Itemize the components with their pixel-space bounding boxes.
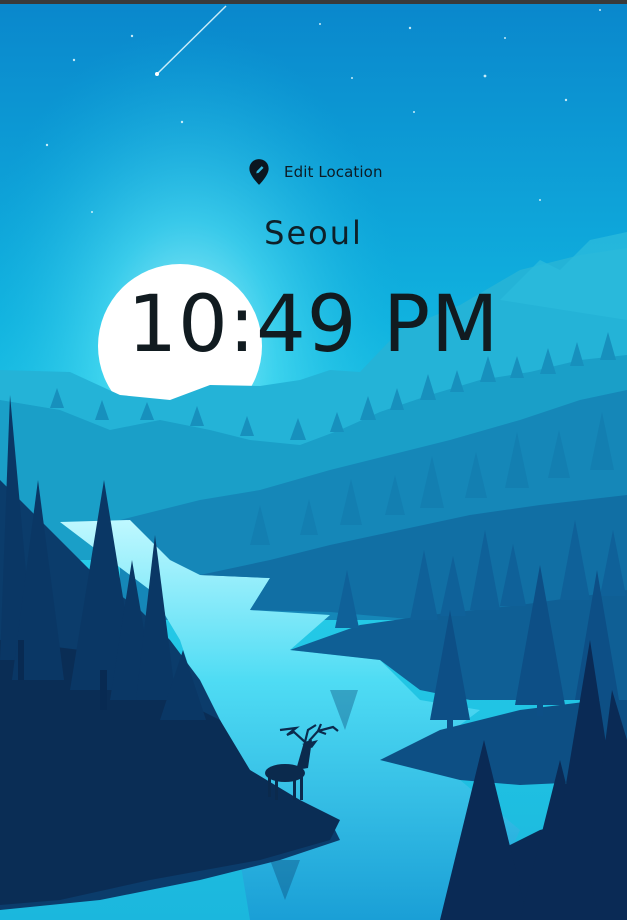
- location-pin-icon: [249, 159, 269, 185]
- app-window: Edit Location Seoul 10:49 PM: [0, 0, 627, 920]
- edit-location-label: Edit Location: [284, 163, 383, 181]
- edit-location-button[interactable]: Edit Location: [248, 158, 383, 186]
- window-top-edge: [0, 0, 627, 4]
- city-name: Seoul: [264, 214, 363, 252]
- clock-overlay: Edit Location Seoul 10:49 PM: [0, 0, 627, 920]
- current-time: 10:49 PM: [127, 280, 500, 370]
